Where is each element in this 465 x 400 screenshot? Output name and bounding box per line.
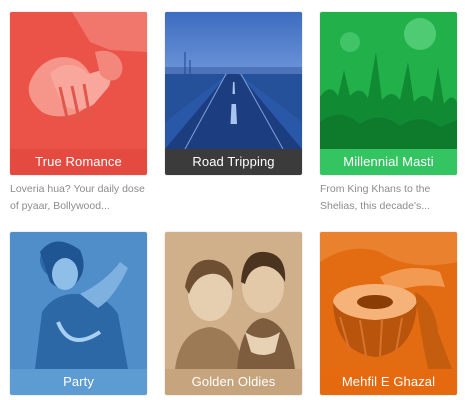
playlist-card-golden-oldies[interactable]: Golden Oldies [165, 232, 302, 395]
playlist-card-millennial-masti[interactable]: Millennial Masti [320, 12, 457, 175]
playlist-title[interactable]: Party [10, 369, 147, 395]
vintage-portrait-icon [165, 232, 302, 369]
concert-crowd-icon [320, 12, 457, 149]
tabla-drum-icon [320, 232, 457, 369]
playlist-card-true-romance[interactable]: True Romance [10, 12, 147, 175]
highway-icon [165, 12, 302, 149]
playlist-description: Loveria hua? Your daily dose of pyaar, B… [10, 183, 145, 212]
dancer-icon [10, 232, 147, 369]
playlist-title[interactable]: Golden Oldies [165, 369, 302, 395]
playlist-card-mehfil-e-ghazal[interactable]: Mehfil E Ghazal [320, 232, 457, 395]
playlist-title[interactable]: Millennial Masti [320, 149, 457, 175]
holding-hands-icon [10, 12, 147, 149]
playlist-title[interactable]: Mehfil E Ghazal [320, 369, 457, 395]
playlist-card-road-tripping[interactable]: Road Tripping [165, 12, 302, 175]
playlist-title[interactable]: True Romance [10, 149, 147, 175]
playlist-title[interactable]: Road Tripping [165, 149, 302, 175]
playlist-description: From King Khans to the Shelias, this dec… [320, 183, 431, 212]
playlist-card-party[interactable]: Party [10, 232, 147, 395]
